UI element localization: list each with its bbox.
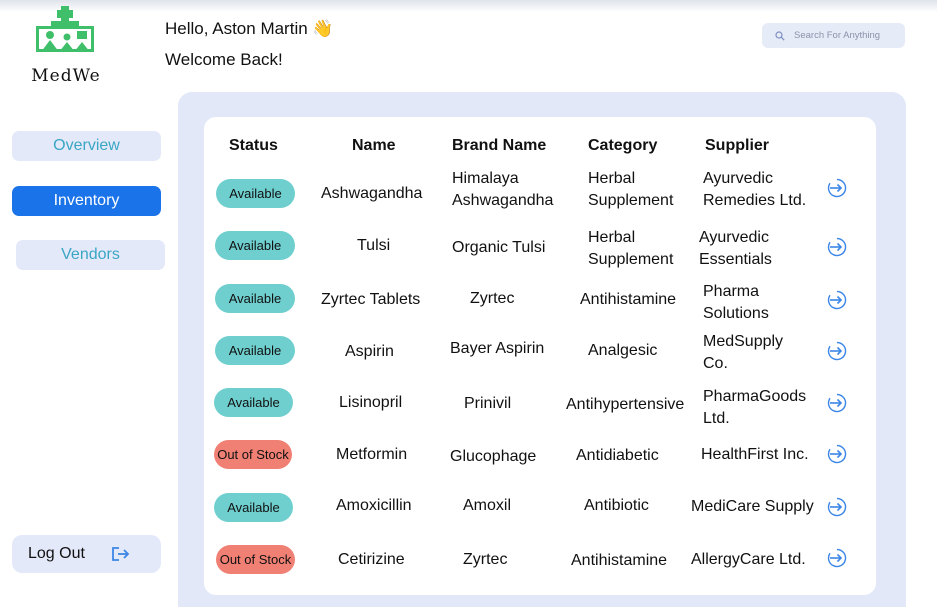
cell-supplier-line: Essentials: [699, 251, 772, 268]
column-header-status: Status: [229, 137, 278, 154]
logout-button[interactable]: Log Out: [12, 535, 161, 573]
search-icon: [775, 30, 785, 41]
cell-supplier: Ayurvedic Remedies Ltd.: [703, 168, 806, 212]
cell-category: Herbal Supplement: [588, 227, 673, 271]
arrow-right-circle-icon[interactable]: [827, 444, 847, 464]
cell-brand: Organic Tulsi: [452, 239, 546, 256]
cell-brand: Zyrtec: [463, 551, 508, 568]
cell-name: Aspirin: [345, 343, 394, 360]
cell-name: Ashwagandha: [321, 185, 423, 202]
arrow-right-circle-icon[interactable]: [827, 497, 847, 517]
column-header-category: Category: [588, 137, 658, 154]
status-badge: Out of Stock: [214, 440, 292, 469]
cell-supplier-line: Ayurvedic: [703, 170, 773, 187]
column-header-supplier: Supplier: [705, 137, 770, 154]
cell-supplier-line: Ayurvedic: [699, 229, 769, 246]
cell-name: Amoxicillin: [336, 497, 412, 514]
status-badge: Available: [216, 179, 295, 208]
cell-name: Cetirizine: [338, 551, 405, 568]
cell-supplier-line: Solutions: [703, 305, 769, 322]
arrow-right-circle-icon[interactable]: [827, 178, 847, 198]
arrow-right-circle-icon[interactable]: [827, 237, 847, 257]
cell-brand: Glucophage: [450, 448, 537, 465]
brand-name: MedWe: [31, 66, 101, 86]
cell-supplier: MedSupply Co.: [703, 331, 783, 375]
arrow-right-circle-icon[interactable]: [827, 393, 847, 413]
cell-category: Antihistamine: [571, 552, 668, 569]
greeting: Hello, Aston Martin 👋: [165, 19, 334, 38]
cell-category: Analgesic: [588, 342, 658, 359]
top-shade: [0, 0, 937, 12]
status-badge: Available: [214, 388, 293, 417]
cell-brand: Himalaya Ashwagandha: [452, 168, 553, 212]
medical-house-icon: [36, 6, 94, 52]
arrow-right-circle-icon[interactable]: [827, 341, 847, 361]
welcome-text: Welcome Back!: [165, 50, 283, 69]
status-badge: Available: [215, 336, 295, 365]
logout-label: Log Out: [28, 545, 85, 562]
cell-name: Metformin: [336, 446, 408, 463]
cell-category-line: Herbal: [588, 229, 636, 246]
search-bar[interactable]: [762, 23, 905, 48]
cell-brand: Bayer Aspirin: [450, 340, 545, 357]
cell-supplier: MediCare Supply: [691, 498, 814, 515]
logout-icon: [112, 547, 130, 561]
cell-brand-line: Ashwagandha: [452, 192, 554, 209]
sidebar-item-inventory[interactable]: Inventory: [12, 186, 161, 216]
cell-supplier: Pharma Solutions: [703, 281, 769, 325]
cell-brand: Zyrtec: [470, 290, 515, 307]
sidebar-item-vendors[interactable]: Vendors: [16, 240, 165, 270]
cell-category: Antihypertensive: [566, 396, 685, 413]
status-badge: Available: [215, 284, 295, 313]
cell-supplier-line: PharmaGoods: [703, 388, 807, 405]
cell-category: Antidiabetic: [576, 447, 659, 464]
cell-supplier: Ayurvedic Essentials: [699, 227, 772, 271]
cell-name: Lisinopril: [339, 394, 403, 411]
column-header-name: Name: [352, 137, 396, 154]
cell-category: Herbal Supplement: [588, 168, 673, 212]
cell-category: Antihistamine: [580, 291, 677, 308]
arrow-right-circle-icon[interactable]: [827, 290, 847, 310]
cell-brand: Prinivil: [464, 395, 512, 412]
cell-category-line: Herbal: [588, 170, 636, 187]
cell-supplier: HealthFirst Inc.: [701, 446, 809, 463]
cell-supplier: AllergyCare Ltd.: [691, 551, 806, 568]
cell-name: Zyrtec Tablets: [321, 291, 421, 308]
cell-supplier-line: Pharma: [703, 283, 760, 300]
cell-category-line: Supplement: [588, 192, 674, 209]
app-logo: MedWe: [30, 6, 102, 86]
status-badge: Available: [215, 231, 295, 260]
cell-supplier-line: Co.: [703, 355, 728, 372]
column-header-brand: Brand Name: [452, 137, 547, 154]
cell-name: Tulsi: [357, 237, 391, 254]
status-badge: Out of Stock: [216, 545, 295, 574]
sidebar-item-overview[interactable]: Overview: [12, 131, 161, 161]
cell-supplier-line: Remedies Ltd.: [703, 192, 807, 209]
cell-supplier-line: Ltd.: [703, 410, 730, 427]
cell-supplier-line: MedSupply: [703, 333, 784, 350]
cell-brand: Amoxil: [463, 497, 512, 514]
search-input[interactable]: [794, 30, 899, 41]
status-badge: Available: [214, 493, 293, 522]
cell-category-line: Supplement: [588, 251, 674, 268]
cell-brand-line: Himalaya: [452, 170, 519, 187]
arrow-right-circle-icon[interactable]: [827, 548, 847, 568]
cell-supplier: PharmaGoods Ltd.: [703, 386, 806, 430]
cell-category: Antibiotic: [584, 497, 649, 514]
